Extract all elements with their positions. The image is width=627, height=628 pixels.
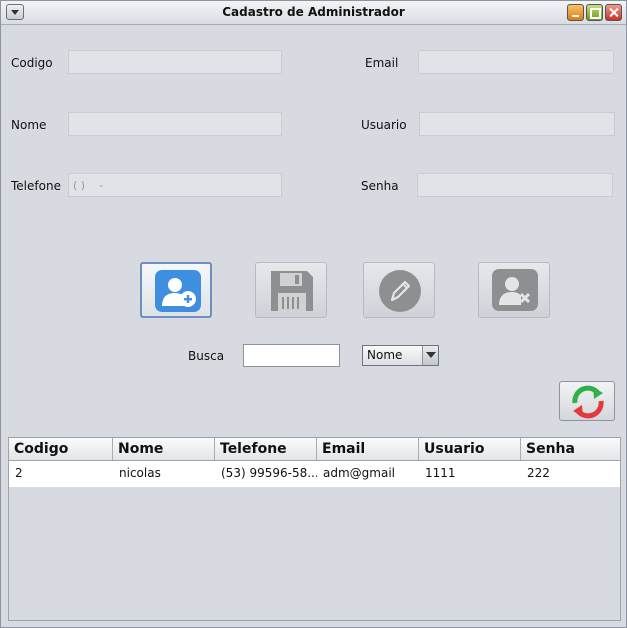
delete-button[interactable]: [478, 262, 550, 318]
cell-senha: 222: [527, 466, 550, 480]
busca-label: Busca: [188, 349, 225, 363]
cell-usuario: 1111: [425, 466, 456, 480]
usuario-label: Usuario: [361, 118, 407, 132]
floppy-disk-icon: [271, 271, 313, 311]
maximize-button[interactable]: [586, 4, 603, 21]
refresh-button[interactable]: [559, 381, 615, 421]
codigo-label: Codigo: [11, 56, 53, 70]
admin-table[interactable]: Codigo Nome Telefone Email Usuario Senha…: [8, 437, 621, 621]
usuario-field[interactable]: [419, 112, 615, 136]
column-header-telefone[interactable]: Telefone: [215, 438, 317, 460]
remove-user-icon: [492, 269, 538, 311]
column-header-nome[interactable]: Nome: [113, 438, 215, 460]
pencil-icon: [379, 270, 421, 312]
nome-label: Nome: [11, 118, 47, 132]
codigo-field[interactable]: [68, 50, 282, 74]
cell-codigo: 2: [15, 466, 23, 480]
cell-nome: nicolas: [119, 466, 161, 480]
chevron-down-icon: [422, 346, 438, 365]
cell-telefone: (53) 99596-58...: [221, 466, 317, 480]
telefone-field[interactable]: ( ) -: [68, 173, 282, 197]
nome-field[interactable]: [68, 112, 282, 136]
senha-label: Senha: [361, 179, 399, 193]
window-title: Cadastro de Administrador: [222, 5, 405, 19]
search-field-select-value: Nome: [367, 348, 403, 362]
refresh-icon: [572, 385, 604, 419]
edit-button[interactable]: [363, 262, 435, 318]
search-field-select[interactable]: Nome: [362, 345, 439, 366]
admin-window: Cadastro de Administrador Codigo Nome Te…: [0, 0, 627, 628]
save-button[interactable]: [255, 262, 327, 318]
cell-email: adm@gmail: [323, 466, 395, 480]
minimize-button[interactable]: [567, 4, 584, 21]
search-input[interactable]: [243, 344, 340, 367]
email-label: Email: [365, 56, 399, 70]
table-row[interactable]: 2 nicolas (53) 99596-58... adm@gmail 111…: [9, 461, 620, 487]
senha-field[interactable]: [417, 173, 613, 197]
column-header-senha[interactable]: Senha: [521, 438, 620, 460]
close-button[interactable]: [605, 4, 622, 21]
add-button[interactable]: [140, 262, 212, 318]
title-bar: Cadastro de Administrador: [1, 1, 626, 25]
column-header-codigo[interactable]: Codigo: [9, 438, 113, 460]
email-field[interactable]: [418, 50, 614, 74]
add-user-icon: [155, 270, 201, 312]
column-header-usuario[interactable]: Usuario: [419, 438, 521, 460]
table-header: Codigo Nome Telefone Email Usuario Senha: [9, 438, 620, 461]
column-header-email[interactable]: Email: [317, 438, 419, 460]
telefone-label: Telefone: [11, 179, 61, 193]
